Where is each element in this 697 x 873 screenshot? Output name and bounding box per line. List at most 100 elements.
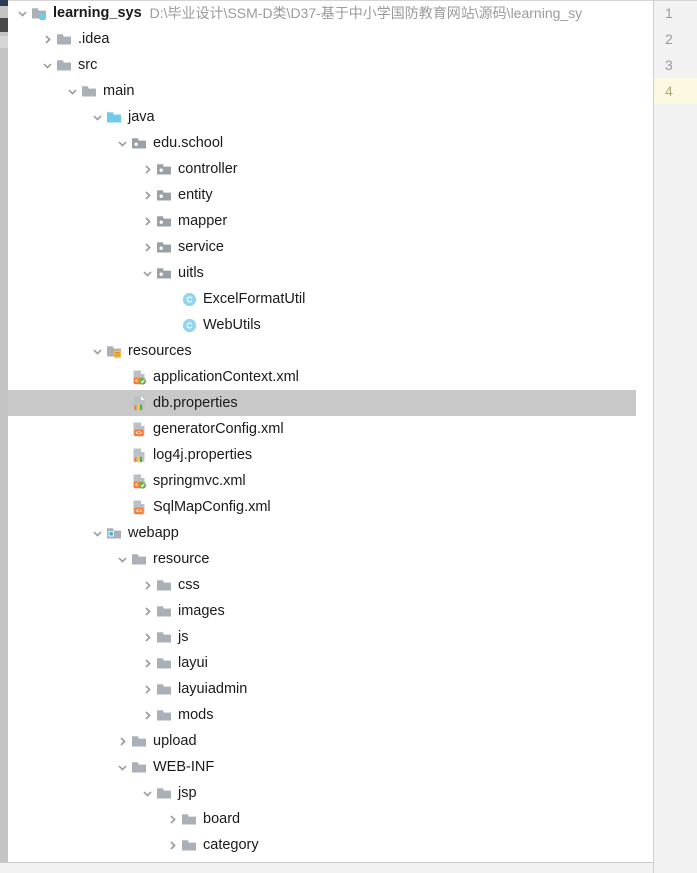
chevron-right-icon[interactable]: [39, 26, 55, 52]
tree-node-label: uitls: [178, 265, 204, 281]
chevron-down-icon[interactable]: [139, 260, 155, 286]
chevron-right-icon[interactable]: [164, 806, 180, 832]
tree-node-label: SqlMapConfig.xml: [153, 499, 271, 515]
chevron-down-icon[interactable]: [89, 520, 105, 546]
tree-row-css[interactable]: css: [8, 572, 653, 598]
folder-icon: [80, 78, 98, 104]
chevron-down-icon[interactable]: [114, 546, 130, 572]
tree-row-db-properties[interactable]: db.properties: [8, 390, 653, 416]
tree-node-label: .idea: [78, 31, 110, 47]
tree-node-label: images: [178, 603, 225, 619]
tree-row-layuiadmin[interactable]: layuiadmin: [8, 676, 653, 702]
tree-row-mapper[interactable]: mapper: [8, 208, 653, 234]
tree-row-applicationcontext-xml[interactable]: < applicationContext.xml: [8, 364, 653, 390]
gutter-line-number: 4: [654, 78, 697, 104]
line-number-gutter: 1 2 3 4: [653, 0, 697, 873]
tree-row-webapp[interactable]: webapp: [8, 520, 653, 546]
tree-row-edu-school[interactable]: edu.school: [8, 130, 653, 156]
chevron-down-icon[interactable]: [14, 0, 30, 26]
tool-stripe-fragment-3: [0, 36, 8, 48]
resource-root-folder-icon: [105, 338, 123, 364]
tree-row-entity[interactable]: entity: [8, 182, 653, 208]
tree-row-layui[interactable]: layui: [8, 650, 653, 676]
project-tree-panel[interactable]: learning_sys D:\毕业设计\SSM-D类\D37-基于中小学国防教育…: [8, 0, 653, 862]
chevron-right-icon[interactable]: [139, 702, 155, 728]
tree-node-label: generatorConfig.xml: [153, 421, 284, 437]
tree-row-generatorconfig-xml[interactable]: <> generatorConfig.xml: [8, 416, 653, 442]
tree-node-label: db.properties: [153, 395, 238, 411]
chevron-right-icon[interactable]: [164, 832, 180, 858]
package-icon: [155, 208, 173, 234]
tree-node-label: entity: [178, 187, 213, 203]
tree-top-divider: [8, 0, 653, 1]
tree-node-label: layui: [178, 655, 208, 671]
tree-row-web-inf[interactable]: WEB-INF: [8, 754, 653, 780]
tree-row-sqlmapconfig-xml[interactable]: <> SqlMapConfig.xml: [8, 494, 653, 520]
package-icon: [155, 234, 173, 260]
tree-row-mods[interactable]: mods: [8, 702, 653, 728]
chevron-right-icon[interactable]: [139, 572, 155, 598]
tree-row-jsp[interactable]: jsp: [8, 780, 653, 806]
svg-text:C: C: [186, 320, 192, 330]
package-icon: [155, 156, 173, 182]
tree-row-learning-sys[interactable]: learning_sys D:\毕业设计\SSM-D类\D37-基于中小学国防教育…: [8, 0, 653, 26]
tree-node-label: layuiadmin: [178, 681, 248, 697]
folder-icon: [55, 52, 73, 78]
tree-row-upload[interactable]: upload: [8, 728, 653, 754]
tree-row-js[interactable]: js: [8, 624, 653, 650]
folder-icon: [155, 624, 173, 650]
chevron-right-icon[interactable]: [139, 234, 155, 260]
tree-row-main[interactable]: main: [8, 78, 653, 104]
chevron-down-icon[interactable]: [89, 104, 105, 130]
chevron-right-icon[interactable]: [139, 208, 155, 234]
tree-node-label: WebUtils: [203, 317, 261, 333]
chevron-down-icon[interactable]: [139, 780, 155, 806]
tree-row-service[interactable]: service: [8, 234, 653, 260]
project-tree-rows: learning_sys D:\毕业设计\SSM-D类\D37-基于中小学国防教育…: [8, 0, 653, 858]
tree-node-label: WEB-INF: [153, 759, 215, 775]
tree-node-label: js: [178, 629, 189, 645]
web-root-folder-icon: [105, 520, 123, 546]
tree-row-uitls[interactable]: uitls: [8, 260, 653, 286]
tree-node-label: springmvc.xml: [153, 473, 246, 489]
tree-node-label: java: [128, 109, 155, 125]
chevron-right-icon[interactable]: [139, 156, 155, 182]
chevron-right-icon[interactable]: [139, 182, 155, 208]
chevron-right-icon[interactable]: [139, 598, 155, 624]
chevron-down-icon[interactable]: [114, 754, 130, 780]
java-class-icon: C: [180, 312, 198, 338]
tree-row-excelformatutil[interactable]: C ExcelFormatUtil: [8, 286, 653, 312]
chevron-down-icon[interactable]: [114, 130, 130, 156]
package-icon: [130, 130, 148, 156]
tree-row-springmvc-xml[interactable]: < springmvc.xml: [8, 468, 653, 494]
tree-row-controller[interactable]: controller: [8, 156, 653, 182]
tree-row-category[interactable]: category: [8, 832, 653, 858]
chevron-right-icon[interactable]: [139, 650, 155, 676]
folder-icon: [155, 572, 173, 598]
chevron-right-icon[interactable]: [114, 728, 130, 754]
chevron-right-icon[interactable]: [139, 676, 155, 702]
tree-row-resource[interactable]: resource: [8, 546, 653, 572]
chevron-right-icon[interactable]: [139, 624, 155, 650]
gutter-top-divider: [654, 0, 697, 1]
chevron-down-icon[interactable]: [39, 52, 55, 78]
vertical-scrollbar-track[interactable]: [636, 1, 653, 862]
tree-node-label: board: [203, 811, 241, 827]
bottom-status-strip: [0, 863, 653, 873]
tree-row-src[interactable]: src: [8, 52, 653, 78]
tree-row-resources[interactable]: resources: [8, 338, 653, 364]
tree-row-log4j-properties[interactable]: log4j.properties: [8, 442, 653, 468]
chevron-down-icon[interactable]: [89, 338, 105, 364]
tree-row-idea[interactable]: .idea: [8, 26, 653, 52]
tree-node-label: ExcelFormatUtil: [203, 291, 306, 307]
tree-row-webutils[interactable]: C WebUtils: [8, 312, 653, 338]
project-root-folder-icon: [30, 0, 48, 26]
tree-node-label: resources: [128, 343, 192, 359]
tree-node-label: edu.school: [153, 135, 224, 151]
tree-row-java[interactable]: java: [8, 104, 653, 130]
tree-row-images[interactable]: images: [8, 598, 653, 624]
chevron-down-icon[interactable]: [64, 78, 80, 104]
spring-xml-file-icon: <: [130, 468, 148, 494]
properties-file-icon: [130, 390, 148, 416]
tree-row-board[interactable]: board: [8, 806, 653, 832]
